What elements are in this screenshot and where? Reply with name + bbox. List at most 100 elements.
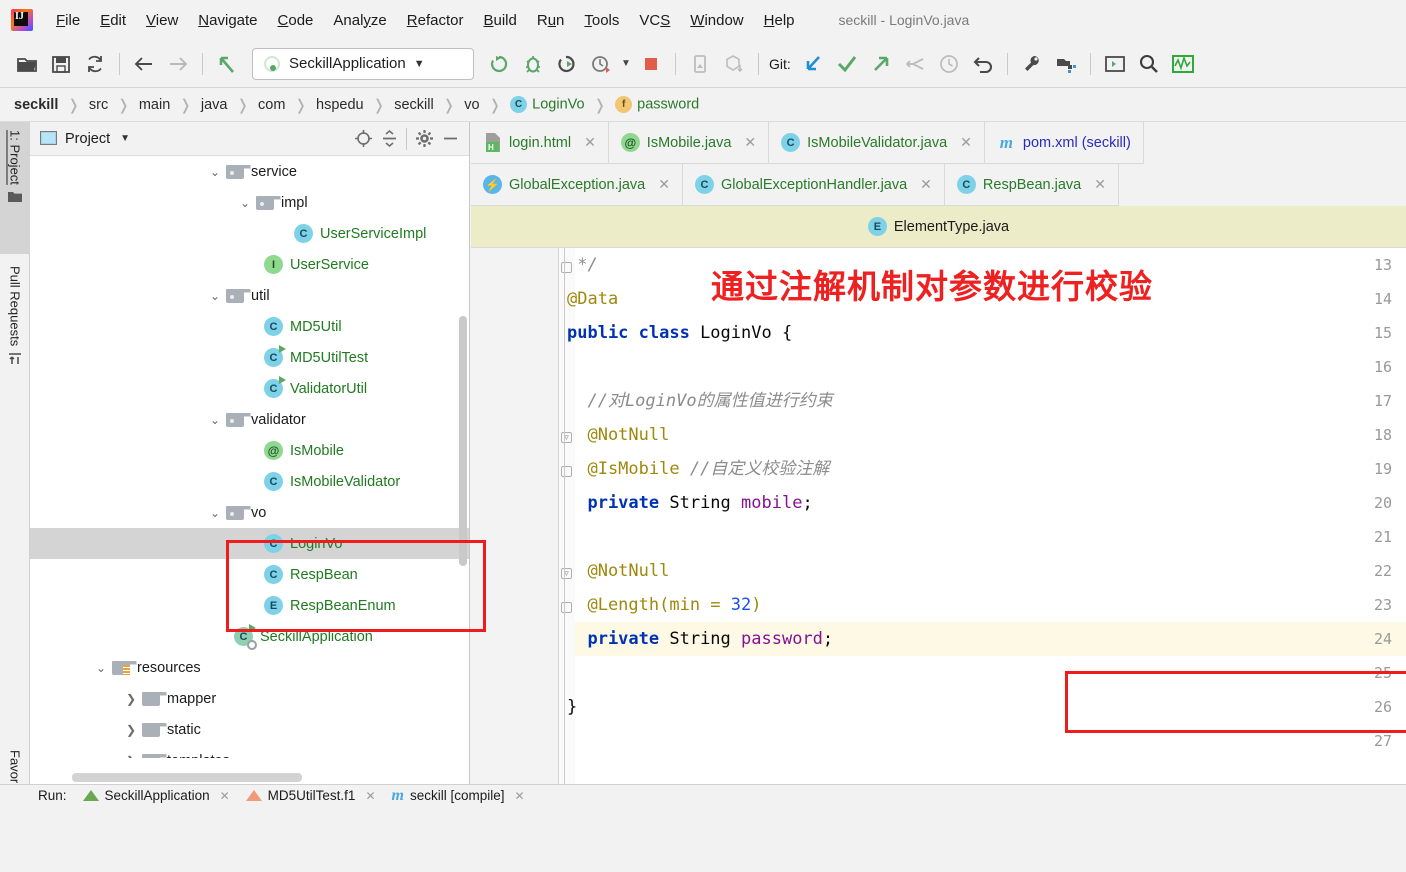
run-with-coverage-icon[interactable] [550, 47, 584, 81]
tab-ismobile-java[interactable]: @ IsMobile.java ✕ [608, 122, 770, 164]
tree-row-static[interactable]: ❯ static [30, 714, 469, 745]
editor-gutter[interactable] [471, 248, 559, 784]
breadcrumb-item-vo[interactable]: vo [464, 97, 479, 113]
tab-elementtype-java[interactable]: E ElementType.java [867, 217, 1009, 236]
breadcrumb-item-password[interactable]: f password [615, 96, 699, 113]
code-line-24[interactable]: private String password; [567, 622, 833, 656]
breadcrumb-item-com[interactable]: com [258, 97, 285, 113]
profiler-icon[interactable] [584, 47, 618, 81]
pop-up-icon[interactable] [210, 47, 244, 81]
close-icon[interactable]: ✕ [658, 176, 670, 193]
project-structure-icon[interactable] [1049, 47, 1083, 81]
menu-run[interactable]: Run [527, 8, 575, 33]
profiler-dropdown-icon[interactable]: ▼ [618, 47, 634, 81]
close-icon[interactable]: ✕ [1094, 176, 1106, 193]
menu-tools[interactable]: Tools [574, 8, 629, 33]
menu-analyze[interactable]: Analyze [323, 8, 396, 33]
run-configuration-selector[interactable]: SeckillApplication ▼ [252, 47, 474, 80]
menu-code[interactable]: Code [268, 8, 324, 33]
collapse-all-icon[interactable] [376, 126, 402, 152]
save-all-icon[interactable] [44, 47, 78, 81]
code-line-15[interactable]: public class LoginVo { [567, 316, 792, 350]
tab-globalexception-java[interactable]: ⚡ GlobalException.java ✕ [471, 164, 683, 206]
chevron-right-icon[interactable]: ❯ [120, 754, 142, 759]
close-icon[interactable]: ✕ [584, 134, 596, 151]
tree-row-mapper[interactable]: ❯ mapper [30, 683, 469, 714]
tab-respbean-java[interactable]: C RespBean.java ✕ [944, 164, 1119, 206]
tree-row-respbeanenum[interactable]: E RespBeanEnum [30, 590, 469, 621]
tree-row-service[interactable]: ⌄ service [30, 156, 469, 187]
code-line-19[interactable]: @IsMobile //自定义校验注解 [567, 452, 829, 486]
git-push-icon[interactable] [864, 47, 898, 81]
code-line-26[interactable]: } [567, 690, 577, 724]
menu-window[interactable]: Window [680, 8, 753, 33]
code-line-13[interactable]: */ [567, 248, 597, 282]
code-line-20[interactable]: private String mobile; [567, 486, 812, 520]
chevron-down-icon[interactable]: ⌄ [204, 506, 226, 520]
menu-navigate[interactable]: Navigate [188, 8, 267, 33]
chevron-down-icon[interactable]: ⌄ [204, 289, 226, 303]
close-icon[interactable]: ✕ [920, 176, 932, 193]
bottom-item-md5utiltest[interactable]: MD5UtilTest.f1 ✕ [245, 788, 376, 803]
breadcrumb-item-java[interactable]: java [201, 97, 228, 113]
device-manager-icon[interactable] [683, 47, 717, 81]
tab-ismobilevalidator-java[interactable]: C IsMobileValidator.java ✕ [769, 122, 985, 164]
close-icon[interactable]: ✕ [365, 789, 375, 803]
tab-pom-xml[interactable]: m pom.xml (seckill) [984, 122, 1144, 164]
code-line-23[interactable]: @Length(min = 32) [567, 588, 761, 622]
chevron-down-icon[interactable]: ⌄ [90, 661, 112, 675]
tree-row-impl[interactable]: ⌄ impl [30, 187, 469, 218]
menu-build[interactable]: Build [473, 8, 526, 33]
menu-help[interactable]: Help [754, 8, 805, 33]
project-vertical-scrollbar[interactable] [459, 316, 467, 566]
stop-icon[interactable] [634, 47, 668, 81]
tree-row-md5util[interactable]: C MD5Util [30, 311, 469, 342]
close-icon[interactable]: ✕ [220, 789, 230, 803]
git-rollback-icon[interactable] [966, 47, 1000, 81]
back-icon[interactable] [127, 47, 161, 81]
tree-row-userserviceimpl[interactable]: C UserServiceImpl [30, 218, 469, 249]
hide-icon[interactable] [437, 126, 463, 152]
code-line-17[interactable]: //对LoginVo的属性值进行约束 [567, 384, 832, 418]
breadcrumb-item-hspedu[interactable]: hspedu [316, 97, 364, 113]
settings-wrench-icon[interactable] [1015, 47, 1049, 81]
sidebar-item-pull-requests[interactable]: Pull Requests [0, 258, 30, 420]
code-line-14[interactable]: @Data [567, 282, 618, 316]
tab-globalexceptionhandler-java[interactable]: C GlobalExceptionHandler.java ✕ [682, 164, 945, 206]
tab-login-html[interactable]: H login.html ✕ [471, 122, 609, 164]
close-icon[interactable]: ✕ [514, 789, 524, 803]
breadcrumb-item-seckill-pkg[interactable]: seckill [394, 97, 433, 113]
git-history-icon[interactable] [932, 47, 966, 81]
tree-row-md5utiltest[interactable]: C MD5UtilTest [30, 342, 469, 373]
monitor-icon[interactable] [1166, 47, 1200, 81]
chevron-down-icon[interactable]: ⌄ [204, 165, 226, 179]
code-line-22[interactable]: @NotNull [567, 554, 669, 588]
tree-row-loginvo[interactable]: C LoginVo [30, 528, 469, 559]
sidebar-item-project[interactable]: 1: Project [0, 122, 30, 254]
tree-row-userservice[interactable]: I UserService [30, 249, 469, 280]
tree-row-util[interactable]: ⌄ util [30, 280, 469, 311]
breadcrumb-item-loginvo[interactable]: C LoginVo [510, 96, 585, 113]
tree-row-seckillapplication[interactable]: C SeckillApplication [30, 621, 469, 652]
sync-icon[interactable] [78, 47, 112, 81]
sidebar-item-favorites[interactable]: Favorites [0, 742, 30, 872]
run-icon[interactable] [482, 47, 516, 81]
git-update-icon[interactable] [796, 47, 830, 81]
menu-refactor[interactable]: Refactor [397, 8, 474, 33]
breadcrumb-item-src[interactable]: src [89, 97, 108, 113]
git-commit-icon[interactable] [830, 47, 864, 81]
chevron-down-icon[interactable]: ▼ [414, 58, 425, 70]
menu-edit[interactable]: Edit [90, 8, 136, 33]
sdk-manager-icon[interactable] [717, 47, 751, 81]
close-icon[interactable]: ✕ [960, 134, 972, 151]
tree-row-templates[interactable]: ❯ templates [30, 745, 469, 758]
settings-gear-icon[interactable] [411, 126, 437, 152]
tree-row-validatorutil[interactable]: C ValidatorUtil [30, 373, 469, 404]
menu-view[interactable]: View [136, 8, 188, 33]
menu-vcs[interactable]: VCS [629, 8, 680, 33]
close-icon[interactable]: ✕ [744, 134, 756, 151]
forward-icon[interactable] [161, 47, 195, 81]
bottom-item-seckill-compile[interactable]: m seckill [compile] ✕ [392, 787, 525, 805]
chevron-right-icon[interactable]: ❯ [120, 692, 142, 706]
open-project-icon[interactable] [10, 47, 44, 81]
